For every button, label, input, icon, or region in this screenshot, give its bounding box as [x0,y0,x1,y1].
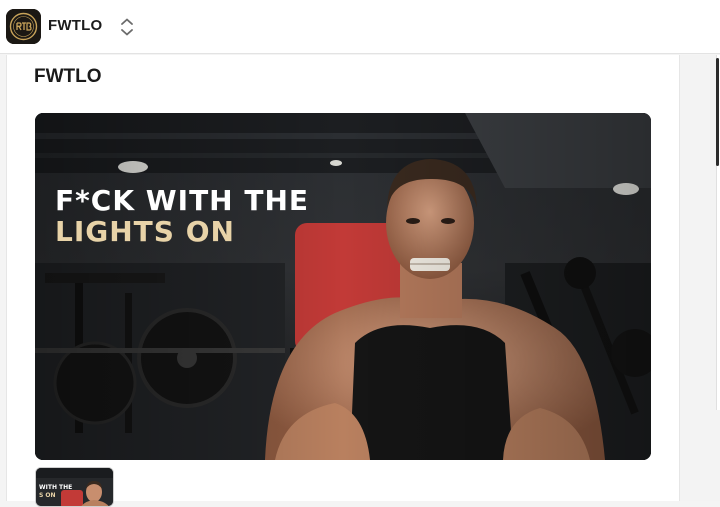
thumbnail-image[interactable]: WITH THE S ON [35,467,114,507]
scrollbar-thumb[interactable] [716,58,719,166]
app-title[interactable]: FWTLO [48,17,102,34]
chevron-up-down-icon[interactable] [118,16,136,38]
page-title: FWTLO [34,66,102,87]
top-bar: FWTLO [0,0,720,54]
hero-headline: F*CK WITH THE LIGHTS ON [55,185,309,247]
hero-image[interactable]: F*CK WITH THE LIGHTS ON [35,113,651,460]
hero-headline-line2: LIGHTS ON [55,215,235,248]
thumbnail-text-line2: S ON [39,492,56,499]
thumbnail-text-line1: WITH THE [39,484,73,491]
side-column [680,55,720,501]
thumbnail-text: WITH THE S ON [39,484,72,500]
hero-headline-line1: F*CK WITH THE [55,184,310,217]
rtb-logo-icon[interactable] [6,9,41,44]
